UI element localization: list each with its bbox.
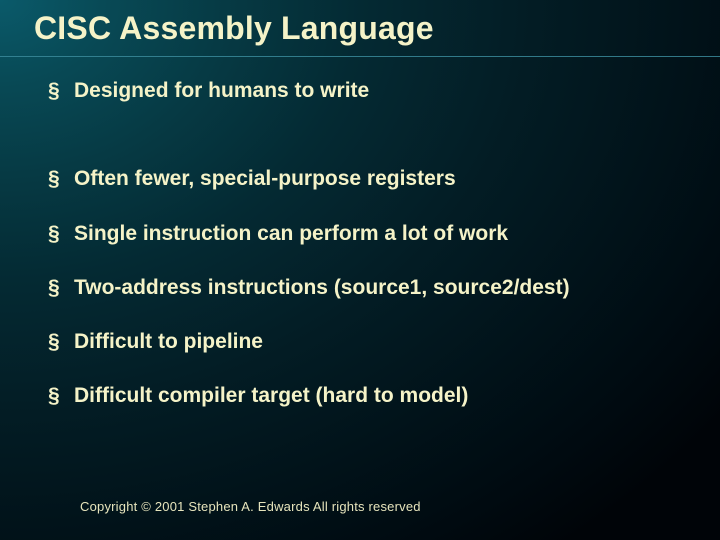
bullet-list: Designed for humans to write Often fewer… <box>48 78 690 438</box>
list-item: Two-address instructions (source1, sourc… <box>48 275 690 301</box>
list-item: Difficult compiler target (hard to model… <box>48 383 690 409</box>
list-item: Designed for humans to write <box>48 78 690 104</box>
list-item: Often fewer, special-purpose registers <box>48 166 690 192</box>
title-divider <box>0 56 720 57</box>
list-item: Single instruction can perform a lot of … <box>48 221 690 247</box>
copyright-footer: Copyright © 2001 Stephen A. Edwards All … <box>80 499 421 514</box>
list-item: Difficult to pipeline <box>48 329 690 355</box>
slide: CISC Assembly Language Designed for huma… <box>0 0 720 540</box>
slide-title: CISC Assembly Language <box>34 10 700 47</box>
